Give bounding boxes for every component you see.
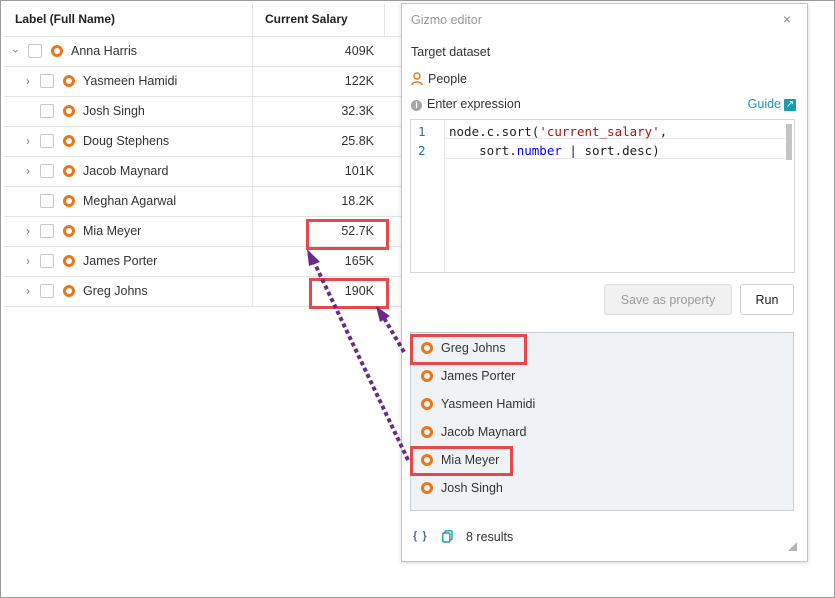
- table-row[interactable]: Josh Singh 32.3K: [4, 97, 404, 127]
- row-checkbox[interactable]: [40, 74, 54, 88]
- close-icon[interactable]: ×: [783, 11, 791, 27]
- guide-link[interactable]: Guide: [748, 97, 781, 111]
- row-salary: 18.2K: [341, 194, 374, 208]
- code-token: | sort.desc): [561, 143, 660, 158]
- row-checkbox[interactable]: [40, 134, 54, 148]
- code-line: node.c.sort('current_salary',: [449, 124, 667, 139]
- table-row[interactable]: › Doug Stephens 25.8K: [4, 127, 404, 157]
- row-checkbox[interactable]: [40, 224, 54, 238]
- node-icon: [63, 255, 75, 267]
- code-line: sort.number | sort.desc): [449, 143, 660, 158]
- node-icon: [51, 45, 63, 57]
- external-link-icon[interactable]: ↗: [784, 99, 796, 111]
- row-name: Anna Harris: [71, 44, 137, 58]
- expression-label: Enter expression: [427, 97, 521, 111]
- code-view-icon[interactable]: { }: [413, 530, 428, 542]
- row-checkbox[interactable]: [40, 284, 54, 298]
- chevron-down-icon[interactable]: ›: [9, 45, 23, 57]
- run-button[interactable]: Run: [740, 284, 794, 315]
- line-number-gutter: 1 2: [411, 120, 445, 272]
- result-name: Josh Singh: [441, 481, 503, 495]
- table-row[interactable]: Meghan Agarwal 18.2K: [4, 187, 404, 217]
- chevron-right-icon[interactable]: ›: [22, 284, 34, 298]
- tree-table: Label (Full Name) Current Salary › Anna …: [4, 4, 404, 307]
- row-salary: 409K: [344, 44, 374, 58]
- table-row[interactable]: › Yasmeen Hamidi 122K: [4, 67, 404, 97]
- editor-scrollbar[interactable]: [786, 124, 792, 160]
- node-icon: [63, 75, 75, 87]
- row-name: Yasmeen Hamidi: [83, 74, 178, 88]
- result-name: James Porter: [441, 369, 516, 383]
- line-number: 2: [418, 143, 426, 158]
- line-number: 1: [418, 124, 426, 139]
- save-as-property-button[interactable]: Save as property: [604, 284, 732, 315]
- gizmo-editor-panel: Gizmo editor × Target dataset People i E…: [401, 3, 808, 562]
- code-token: ,: [659, 124, 668, 139]
- code-token: sort.: [449, 143, 517, 158]
- dataset-name[interactable]: People: [428, 72, 467, 86]
- table-row[interactable]: › Anna Harris 409K: [4, 37, 404, 67]
- row-name: Jacob Maynard: [83, 164, 169, 178]
- result-name: Jacob Maynard: [441, 425, 527, 439]
- node-icon: [421, 370, 433, 382]
- row-name: Josh Singh: [83, 104, 145, 118]
- resize-handle[interactable]: [788, 542, 797, 551]
- node-icon: [63, 285, 75, 297]
- row-name: James Porter: [83, 254, 158, 268]
- row-checkbox[interactable]: [40, 194, 54, 208]
- copy-icon[interactable]: [442, 530, 453, 543]
- result-name: Yasmeen Hamidi: [441, 397, 536, 411]
- table-row[interactable]: › Jacob Maynard 101K: [4, 157, 404, 187]
- node-icon: [63, 135, 75, 147]
- node-icon: [421, 398, 433, 410]
- chevron-right-icon[interactable]: ›: [22, 134, 34, 148]
- node-icon: [421, 426, 433, 438]
- code-editor[interactable]: 1 2 node.c.sort('current_salary', sort.n…: [410, 119, 795, 273]
- person-icon: [411, 72, 423, 86]
- chevron-right-icon[interactable]: ›: [22, 164, 34, 178]
- row-name: Meghan Agarwal: [83, 194, 177, 208]
- info-icon: i: [411, 100, 422, 111]
- column-header-label[interactable]: Label (Full Name): [15, 12, 115, 26]
- code-token: node.c.sort(: [449, 124, 540, 139]
- node-icon: [63, 195, 75, 207]
- table-header: Label (Full Name) Current Salary: [4, 4, 404, 37]
- row-checkbox[interactable]: [28, 44, 42, 58]
- row-salary: 32.3K: [341, 104, 374, 118]
- row-salary: 122K: [344, 74, 374, 88]
- row-name: Mia Meyer: [83, 224, 142, 238]
- row-salary: 101K: [344, 164, 374, 178]
- table-row[interactable]: › James Porter 165K: [4, 247, 404, 277]
- column-header-salary[interactable]: Current Salary: [265, 12, 348, 26]
- row-name: Greg Johns: [83, 284, 148, 298]
- chevron-right-icon[interactable]: ›: [22, 224, 34, 238]
- row-name: Doug Stephens: [83, 134, 170, 148]
- node-icon: [63, 165, 75, 177]
- node-icon: [421, 482, 433, 494]
- row-salary: 25.8K: [341, 134, 374, 148]
- chevron-right-icon[interactable]: ›: [22, 254, 34, 268]
- header-divider: [384, 4, 385, 36]
- result-count: 8 results: [466, 530, 514, 544]
- highlight-box-mia-result: [410, 446, 513, 476]
- row-checkbox[interactable]: [40, 104, 54, 118]
- highlight-box-greg-result: [410, 334, 527, 365]
- target-dataset-label: Target dataset: [411, 45, 491, 59]
- row-salary: 165K: [344, 254, 374, 268]
- row-checkbox[interactable]: [40, 254, 54, 268]
- panel-title: Gizmo editor: [411, 13, 482, 27]
- highlight-box-mia-salary: [306, 219, 389, 250]
- row-checkbox[interactable]: [40, 164, 54, 178]
- chevron-right-icon[interactable]: ›: [22, 74, 34, 88]
- code-keyword: number: [516, 143, 562, 158]
- node-icon: [63, 105, 75, 117]
- code-string: 'current_salary': [539, 124, 660, 139]
- node-icon: [63, 225, 75, 237]
- highlight-box-greg-salary: [309, 278, 389, 309]
